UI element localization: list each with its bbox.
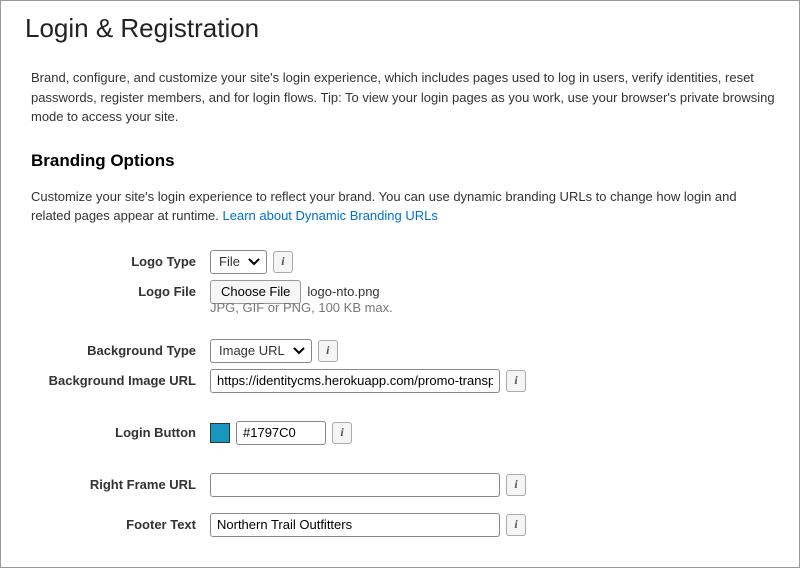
logo-type-info-button[interactable]: i [273, 251, 293, 273]
footer-text-info-button[interactable]: i [506, 514, 526, 536]
logo-file-label: Logo File [25, 280, 210, 299]
right-frame-input[interactable] [210, 473, 500, 497]
footer-text-row: Footer Text i [25, 513, 775, 537]
background-url-info-button[interactable]: i [506, 370, 526, 392]
footer-text-label: Footer Text [25, 513, 210, 532]
dynamic-branding-link[interactable]: Learn about Dynamic Branding URLs [223, 208, 438, 223]
info-icon: i [281, 254, 284, 269]
background-type-info-button[interactable]: i [318, 340, 338, 362]
login-registration-panel: Login & Registration Brand, configure, a… [0, 0, 800, 568]
page-title: Login & Registration [25, 13, 775, 44]
logo-type-row: Logo Type File i [25, 250, 775, 274]
background-url-label: Background Image URL [25, 369, 210, 388]
login-button-color-swatch[interactable] [210, 423, 230, 443]
info-icon: i [514, 373, 517, 388]
login-button-info-button[interactable]: i [332, 422, 352, 444]
branding-section-description: Customize your site's login experience t… [31, 187, 775, 226]
background-type-value: Image URL [219, 343, 285, 358]
chevron-down-icon [293, 347, 305, 355]
logo-file-hint: JPG, GIF or PNG, 100 KB max. [210, 300, 775, 315]
logo-filename: logo-nto.png [307, 284, 379, 299]
page-description: Brand, configure, and customize your sit… [31, 68, 775, 127]
right-frame-row: Right Frame URL i [25, 473, 775, 497]
right-frame-label: Right Frame URL [25, 473, 210, 492]
info-icon: i [514, 477, 517, 492]
info-icon: i [514, 517, 517, 532]
logo-type-label: Logo Type [25, 250, 210, 269]
right-frame-info-button[interactable]: i [506, 474, 526, 496]
info-icon: i [340, 425, 343, 440]
background-url-row: Background Image URL i [25, 369, 775, 393]
chevron-down-icon [248, 258, 260, 266]
info-icon: i [326, 343, 329, 358]
login-button-label: Login Button [25, 421, 210, 440]
background-url-input[interactable] [210, 369, 500, 393]
background-type-label: Background Type [25, 339, 210, 358]
login-button-row: Login Button i [25, 421, 775, 445]
footer-text-input[interactable] [210, 513, 500, 537]
branding-section-title: Branding Options [31, 151, 775, 171]
logo-type-select[interactable]: File [210, 250, 267, 274]
logo-type-value: File [219, 254, 240, 269]
background-type-select[interactable]: Image URL [210, 339, 312, 363]
background-type-row: Background Type Image URL i [25, 339, 775, 363]
login-button-color-input[interactable] [236, 421, 326, 445]
